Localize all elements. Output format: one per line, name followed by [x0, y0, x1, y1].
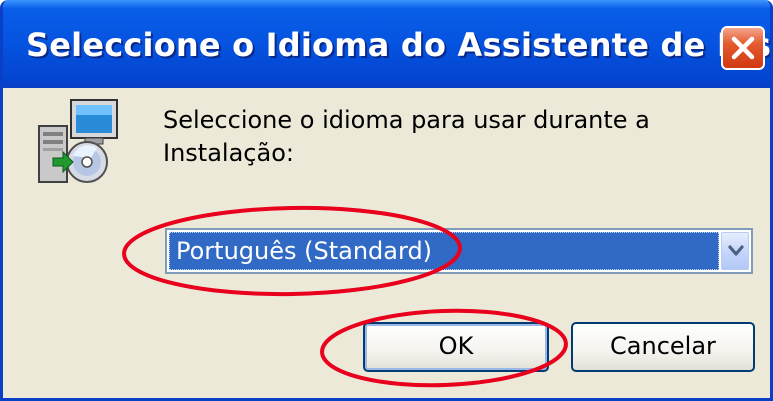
language-select-value: Português (Standard): [169, 232, 719, 270]
ok-button[interactable]: OK: [363, 322, 549, 372]
language-select-dropdown-button[interactable]: [721, 232, 749, 270]
close-icon: [731, 36, 755, 60]
prompt-line-1: Seleccione o idioma para usar durante a: [163, 106, 650, 134]
title-bar[interactable]: Seleccione o Idioma do Assistente de Ins…: [3, 0, 773, 88]
cancel-button[interactable]: Cancelar: [571, 322, 755, 372]
language-prompt: Seleccione o idioma para usar durante a …: [163, 104, 683, 170]
window-title: Seleccione o Idioma do Assistente de Ins…: [26, 26, 773, 64]
language-select[interactable]: Português (Standard): [165, 228, 753, 274]
installer-language-dialog: Seleccione o Idioma do Assistente de Ins…: [0, 0, 773, 401]
installer-computer-cd-icon: [31, 96, 123, 192]
prompt-line-2: Instalação:: [163, 139, 294, 167]
chevron-down-icon: [728, 245, 744, 256]
close-button[interactable]: [721, 26, 765, 70]
